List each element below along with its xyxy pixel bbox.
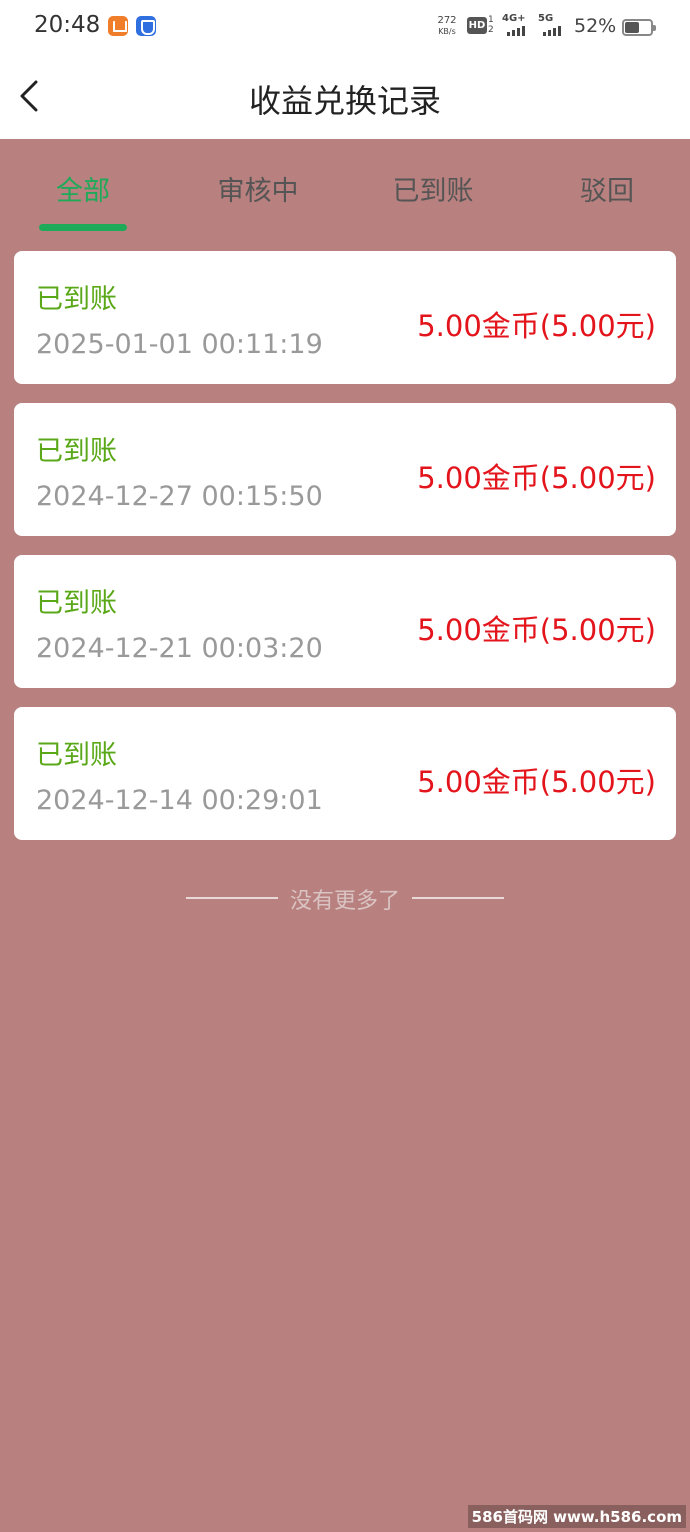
sim2-tech-label: 5G (538, 13, 554, 24)
filter-tabs: 全部 审核中 已到账 驳回 (0, 139, 690, 239)
tab-all[interactable]: 全部 (23, 169, 143, 208)
battery-percent: 52% (574, 15, 617, 37)
record-card[interactable]: 已到账 2025-01-01 00:11:19 5.00金币(5.00元) (14, 251, 676, 384)
watermark: 586首码网 www.h586.com (467, 1505, 686, 1528)
record-time: 2024-12-14 00:29:01 (36, 785, 323, 816)
sim1-signal: 4G+ (502, 14, 526, 24)
end-of-list-text: 没有更多了 (289, 889, 400, 914)
record-list: 已到账 2025-01-01 00:11:19 5.00金币(5.00元) 已到… (14, 251, 676, 859)
network-speed: 272 KB/s (434, 15, 460, 37)
sim1-tech-label: 4G+ (502, 13, 526, 24)
record-amount: 5.00金币(5.00元) (417, 613, 656, 647)
hd-sub-label: 1 2 (488, 15, 494, 35)
shield-app-icon (136, 16, 156, 36)
sim1-signal-bars-icon (507, 26, 525, 36)
record-time: 2024-12-21 00:03:20 (36, 633, 323, 664)
sim2-signal-bars-icon (543, 26, 561, 36)
page-title: 收益兑换记录 (248, 82, 441, 120)
tab-rejected[interactable]: 驳回 (547, 169, 667, 208)
record-status: 已到账 (36, 588, 117, 619)
record-status: 已到账 (36, 284, 117, 315)
record-card[interactable]: 已到账 2024-12-27 00:15:50 5.00金币(5.00元) (14, 403, 676, 536)
divider-line-right (412, 897, 504, 899)
record-card[interactable]: 已到账 2024-12-21 00:03:20 5.00金币(5.00元) (14, 555, 676, 688)
tab-credited[interactable]: 已到账 (373, 169, 493, 208)
record-time: 2024-12-27 00:15:50 (36, 481, 323, 512)
battery-icon (622, 19, 656, 36)
active-tab-indicator (39, 224, 127, 231)
tab-under-review[interactable]: 审核中 (198, 169, 318, 208)
record-status: 已到账 (36, 436, 117, 467)
record-card[interactable]: 已到账 2024-12-14 00:29:01 5.00金币(5.00元) (14, 707, 676, 840)
status-time: 20:48 (34, 12, 101, 38)
record-amount: 5.00金币(5.00元) (417, 765, 656, 799)
top-panel: 20:48 272 KB/s HD 1 2 4G+ 5G 52% 收益兑换记录 (0, 0, 690, 139)
sim2-signal: 5G (538, 14, 553, 24)
record-time: 2025-01-01 00:11:19 (36, 329, 323, 360)
network-speed-value: 272 (437, 15, 457, 26)
network-speed-unit: KB/s (438, 27, 456, 36)
record-status: 已到账 (36, 740, 117, 771)
record-amount: 5.00金币(5.00元) (417, 309, 656, 343)
hd-icon: HD (467, 17, 487, 34)
status-bar: 20:48 272 KB/s HD 1 2 4G+ 5G 52% (0, 0, 690, 56)
record-amount: 5.00金币(5.00元) (417, 461, 656, 495)
home-app-icon (108, 16, 128, 36)
end-of-list-note: 没有更多了 (0, 882, 690, 914)
